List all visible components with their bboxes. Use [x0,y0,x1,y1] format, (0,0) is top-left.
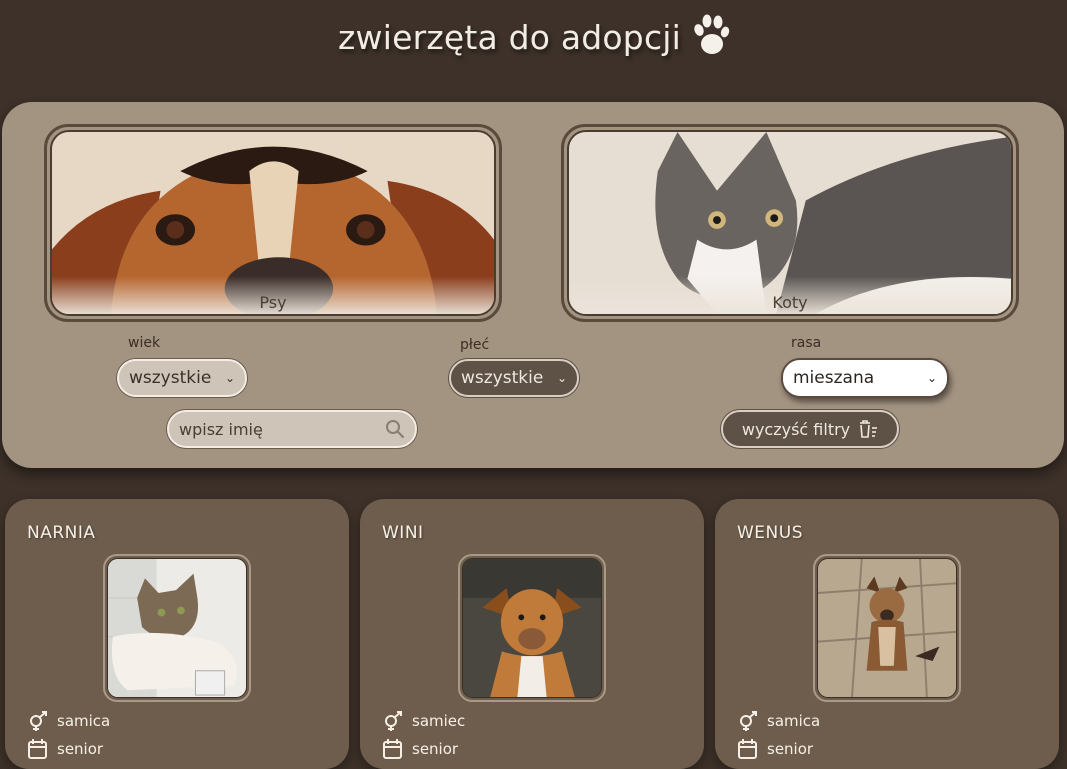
age-select-value: wszystkie [129,368,212,388]
sex-attribute: samica [27,711,110,731]
age-value: senior [767,740,814,758]
search-icon[interactable] [385,419,405,439]
gender-icon [740,711,757,731]
cat-photo [108,559,246,697]
breed-select[interactable]: mieszana ⌄ [781,358,949,398]
site-title: zwierzęta do adopcji [338,18,682,57]
dog-photo [463,559,601,697]
breed-select-value: mieszana [793,368,875,388]
age-filter-label: wiek [128,335,161,351]
sex-value: samica [767,712,821,730]
chevron-down-icon: ⌄ [926,371,937,385]
animal-photo-frame [813,554,961,702]
calendar-icon [383,739,402,759]
dogs-label: Psy [259,293,287,312]
name-search-input[interactable] [179,419,385,439]
age-value: senior [412,740,459,758]
gender-icon [30,711,47,731]
gender-icon [385,711,402,731]
animal-card-wenus[interactable]: WENUS samica senior [715,499,1059,769]
animal-name: WENUS [737,523,804,543]
animal-card-narnia[interactable]: NARNIA samica senior [5,499,349,769]
animal-photo-frame [458,554,606,702]
cats-label: Koty [772,293,808,312]
clear-filters-button[interactable]: wyczyść filtry [721,410,899,448]
age-select[interactable]: wszystkie ⌄ [117,359,247,397]
sex-select-value: wszystkie [461,368,544,388]
chevron-down-icon: ⌄ [556,371,567,385]
animal-card-wini[interactable]: WINI samiec senior [360,499,704,769]
animal-photo-frame [103,554,251,702]
site-header: zwierzęta do adopcji [0,0,1067,80]
sex-attribute: samiec [382,711,465,731]
breed-filter-label: rasa [791,335,822,351]
chevron-down-icon: ⌄ [224,371,235,385]
sex-select[interactable]: wszystkie ⌄ [449,359,579,397]
dog-photo [818,559,956,697]
sex-attribute: samica [737,711,820,731]
cats-category-card[interactable]: Koty [561,124,1019,322]
animal-name: WINI [382,523,424,543]
sex-value: samica [57,712,111,730]
sex-filter-label: płeć [460,337,490,353]
calendar-icon [28,739,47,759]
age-attribute: senior [382,739,458,759]
calendar-icon [738,739,757,759]
trash-filter-icon [860,420,878,438]
paw-icon [694,14,730,54]
age-attribute: senior [27,739,103,759]
animal-name: NARNIA [27,523,96,543]
clear-filters-label: wyczyść filtry [741,419,851,439]
sex-value: samiec [412,712,466,730]
dogs-category-card[interactable]: Psy [44,124,502,322]
age-attribute: senior [737,739,813,759]
name-search-box [167,410,417,448]
age-value: senior [57,740,104,758]
filter-panel: Psy Koty wiek wszystkie ⌄ płeć wszystkie [2,102,1064,468]
